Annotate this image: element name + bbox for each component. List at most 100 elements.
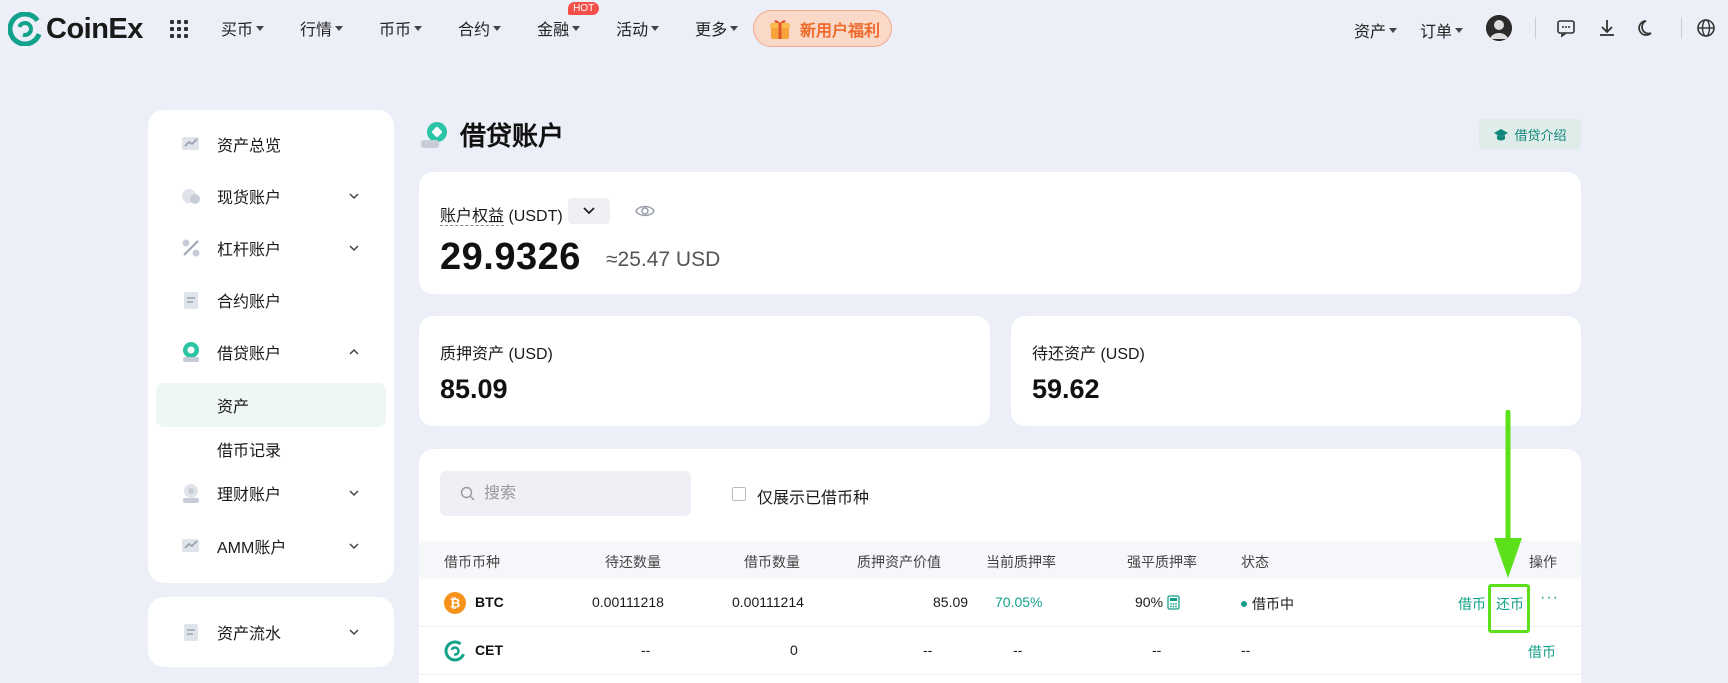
- sidebar-item-amm[interactable]: AMM账户: [148, 520, 394, 572]
- caret-down-icon: [572, 25, 581, 31]
- globe-icon[interactable]: [1696, 18, 1716, 38]
- col-collateral-value: 质押资产价值: [857, 554, 941, 570]
- document-icon: [184, 292, 198, 309]
- sidebar-item-loan[interactable]: 借贷账户: [148, 326, 394, 378]
- table-row: ₿ BTC 0.00111218 0.00111214 85.09 70.05%…: [419, 579, 1581, 627]
- logo[interactable]: CoinEx: [8, 12, 143, 46]
- chevron-down-icon: [349, 543, 359, 550]
- search-icon: [460, 486, 475, 501]
- col-current-ratio: 当前质押率: [986, 554, 1056, 570]
- table-header: 借币币种 待还数量 借币数量 质押资产价值 当前质押率 强平质押率 状态 操作: [419, 541, 1581, 579]
- caret-down-icon: [493, 25, 502, 31]
- amm-icon: [182, 539, 199, 552]
- nav-orders[interactable]: 订单: [1420, 18, 1464, 42]
- col-coin: 借币币种: [444, 554, 500, 570]
- spot-icon: [182, 189, 200, 204]
- nav-item-markets[interactable]: 行情: [300, 16, 344, 40]
- collateral-value: 85.09: [440, 374, 508, 404]
- finance-icon: [183, 484, 199, 503]
- loan-icon: [183, 342, 199, 362]
- ledger-icon: [184, 624, 198, 641]
- sidebar-item-futures[interactable]: 合约账户: [148, 274, 394, 326]
- sidebar-ledger-card: 资产流水: [148, 597, 394, 667]
- col-owed: 待还数量: [605, 554, 661, 570]
- only-borrowed-label[interactable]: 仅展示已借币种: [757, 484, 869, 508]
- caret-down-icon: [730, 25, 739, 31]
- search-box[interactable]: [440, 471, 691, 516]
- user-avatar-icon: [1486, 15, 1512, 41]
- hot-badge: HOT: [568, 2, 600, 15]
- moon-icon[interactable]: [1637, 18, 1657, 38]
- nav-item-finance[interactable]: 金融 HOT: [537, 2, 600, 40]
- nav-item-buy[interactable]: 买币: [221, 16, 265, 40]
- liq-ratio-cell: 90%: [1135, 594, 1180, 611]
- owed-card: 待还资产 (USD) 59.62: [1011, 316, 1581, 426]
- nav-item-spot[interactable]: 币币: [379, 16, 423, 40]
- svg-text:₿: ₿: [450, 597, 461, 612]
- repay-button[interactable]: 还币: [1496, 594, 1524, 614]
- percent-icon: [182, 239, 200, 257]
- equity-usd: ≈25.47 USD: [606, 248, 721, 271]
- col-status: 状态: [1241, 554, 1269, 570]
- col-actions: 操作: [1529, 554, 1557, 570]
- only-borrowed-checkbox[interactable]: [732, 487, 746, 501]
- chevron-down-icon: [349, 629, 359, 636]
- eye-icon[interactable]: [635, 202, 655, 220]
- nav-item-activity[interactable]: 活动: [616, 16, 660, 40]
- collateral-label: 质押资产 (USD): [440, 346, 553, 363]
- logo-text: CoinEx: [46, 12, 143, 45]
- sidebar-item-overview[interactable]: 资产总览: [148, 118, 394, 170]
- caret-down-icon: [335, 25, 344, 31]
- equity-label: 账户权益 (USDT): [440, 208, 563, 226]
- col-borrowed: 借币数量: [744, 554, 800, 570]
- sidebar-item-spot[interactable]: 现货账户: [148, 170, 394, 222]
- download-icon[interactable]: [1597, 18, 1617, 38]
- message-icon[interactable]: [1556, 18, 1576, 38]
- search-input[interactable]: [484, 481, 674, 507]
- page-title: 借贷账户: [460, 121, 565, 151]
- new-user-promo-button[interactable]: 新用户福利: [753, 10, 892, 47]
- sidebar-item-ledger[interactable]: 资产流水: [148, 606, 394, 658]
- status-dot: [1241, 601, 1247, 608]
- chevron-down-icon: [349, 245, 359, 252]
- chevron-down-icon: [349, 490, 359, 497]
- equity-tooltip-term[interactable]: 账户权益: [440, 208, 505, 226]
- sidebar-item-margin[interactable]: 杠杆账户: [148, 222, 394, 274]
- assets-table-card: 仅展示已借币种 借币币种 待还数量 借币数量 质押资产价值 当前质押率 强平质押…: [419, 449, 1581, 683]
- equity-value: 29.9326: [440, 236, 581, 278]
- nav-item-more[interactable]: 更多: [695, 16, 739, 40]
- collateral-card: 质押资产 (USD) 85.09: [419, 316, 990, 426]
- sidebar-subitem-assets[interactable]: 资产: [156, 383, 386, 427]
- gift-icon: [770, 19, 790, 39]
- caret-down-icon: [651, 25, 660, 31]
- sidebar-subitem-borrow-records[interactable]: 借币记录: [156, 427, 386, 471]
- borrow-button[interactable]: 借币: [1528, 642, 1556, 662]
- caret-down-icon: [414, 25, 423, 31]
- nav-assets[interactable]: 资产: [1354, 18, 1398, 42]
- sidebar: 资产总览 现货账户 杠杆账户 合约账户 借贷账户 资产 借币记录 理财账户 AM…: [148, 110, 394, 583]
- currency-dropdown[interactable]: [568, 198, 610, 224]
- cet-icon: [444, 640, 466, 662]
- grid-icon[interactable]: [169, 19, 189, 39]
- more-actions-icon[interactable]: ···: [1540, 589, 1559, 607]
- equity-card: 账户权益 (USDT) 29.9326 ≈25.47 USD: [419, 172, 1581, 294]
- page-header: 借贷账户: [420, 116, 564, 153]
- sidebar-item-finance[interactable]: 理财账户: [148, 467, 394, 519]
- col-liq-ratio: 强平质押率: [1127, 554, 1197, 570]
- divider: [1535, 17, 1536, 39]
- chevron-up-icon: [349, 348, 359, 355]
- owed-value: 59.62: [1032, 374, 1100, 404]
- avatar[interactable]: [1486, 15, 1512, 41]
- caret-down-icon: [256, 25, 265, 31]
- nav-item-futures[interactable]: 合约: [458, 16, 502, 40]
- chevron-down-icon: [349, 193, 359, 200]
- calculator-icon[interactable]: [1167, 595, 1180, 610]
- borrow-button[interactable]: 借币: [1458, 594, 1486, 614]
- graduation-cap-icon: [1494, 128, 1509, 140]
- btc-icon: ₿: [444, 592, 466, 614]
- promo-label: 新用户福利: [800, 22, 881, 40]
- chart-icon: [182, 137, 199, 150]
- caret-down-icon: [1455, 27, 1464, 33]
- chevron-down-icon: [583, 207, 595, 215]
- loan-intro-button[interactable]: 借贷介绍: [1479, 119, 1581, 150]
